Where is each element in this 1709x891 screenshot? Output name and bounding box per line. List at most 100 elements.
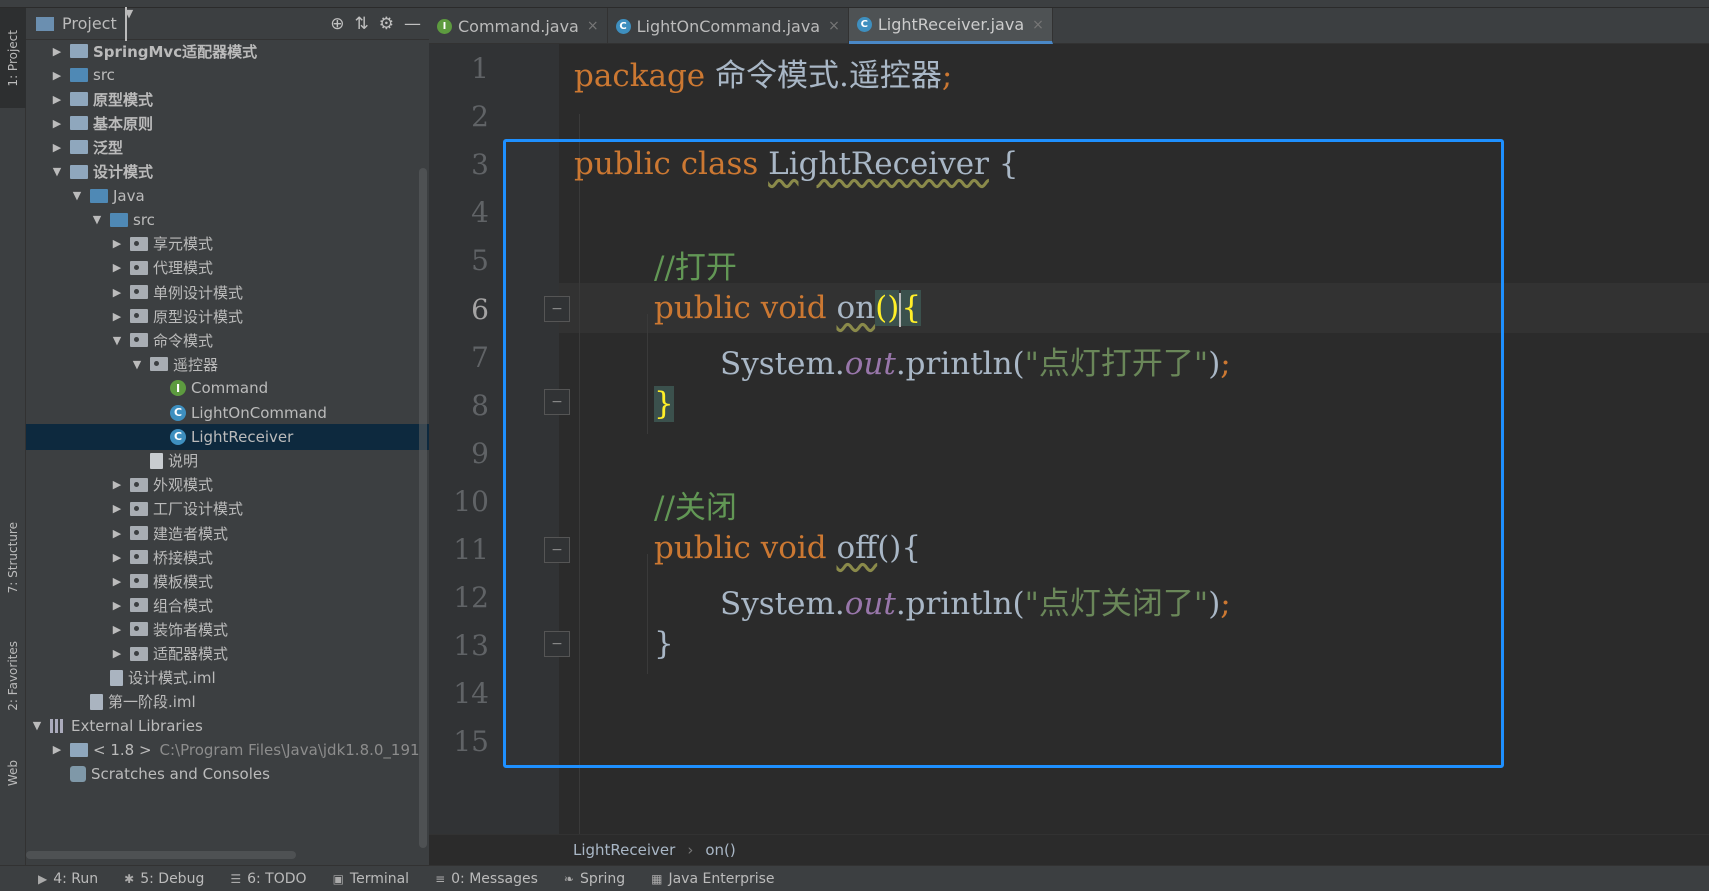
tree-item[interactable]: ▶ SpringMvc适配器模式 bbox=[26, 44, 429, 64]
structure-tool-tab[interactable]: 7: Structure bbox=[0, 508, 26, 608]
tool-window-button[interactable]: ▦ Java Enterprise bbox=[651, 871, 774, 887]
tree-horizontal-scrollbar[interactable] bbox=[26, 851, 296, 859]
tree-item[interactable]: ▶ 模板模式 bbox=[26, 568, 429, 594]
folder-module-icon bbox=[70, 140, 88, 155]
terminal-icon: ▣ bbox=[332, 871, 344, 886]
tree-item[interactable]: ▶ 建造者模式 bbox=[26, 520, 429, 546]
hide-icon[interactable]: — bbox=[404, 14, 421, 34]
expanded-arrow-icon[interactable]: ▼ bbox=[70, 189, 84, 202]
tree-item[interactable]: ▶ 适配器模式 bbox=[26, 641, 429, 667]
collapsed-arrow-icon[interactable]: ▶ bbox=[50, 743, 64, 756]
line-number: 2 bbox=[471, 100, 489, 134]
collapsed-arrow-icon[interactable]: ▶ bbox=[110, 575, 124, 588]
tree-item[interactable]: ▶ 原型设计模式 bbox=[26, 303, 429, 329]
editor-tab[interactable]: C LightReceiver.java × bbox=[848, 8, 1053, 44]
collapsed-arrow-icon[interactable]: ▶ bbox=[110, 623, 124, 636]
expanded-arrow-icon[interactable]: ▼ bbox=[50, 165, 64, 178]
tool-window-button[interactable]: ☰ 6: TODO bbox=[230, 871, 306, 887]
project-view-selector[interactable]: Project bbox=[62, 14, 117, 33]
tree-item[interactable]: ▶ 外观模式 bbox=[26, 472, 429, 498]
tree-item[interactable]: ▼ Java bbox=[26, 183, 429, 209]
gear-icon[interactable]: ⚙ bbox=[379, 14, 394, 34]
breadcrumb-class[interactable]: LightReceiver bbox=[573, 841, 675, 859]
editor-breadcrumb: LightReceiver › on() bbox=[429, 834, 1709, 865]
code-line-13: } bbox=[654, 626, 674, 662]
collapsed-arrow-icon[interactable]: ▶ bbox=[50, 141, 64, 154]
close-icon[interactable]: × bbox=[587, 18, 599, 34]
collapsed-arrow-icon[interactable]: ▶ bbox=[110, 551, 124, 564]
expanded-arrow-icon[interactable]: ▼ bbox=[90, 213, 104, 226]
tree-item[interactable]: ▼ 遥控器 bbox=[26, 351, 429, 377]
tree-item-label: 工厂设计模式 bbox=[153, 500, 244, 519]
collapsed-arrow-icon[interactable]: ▶ bbox=[50, 93, 64, 106]
code-line-12: System.out.println("点灯关闭了"); bbox=[720, 578, 1231, 623]
tree-item[interactable]: ▶ 桥接模式 bbox=[26, 544, 429, 570]
tree-item[interactable]: 第一阶段.iml bbox=[26, 689, 429, 715]
web-tool-tab[interactable]: Web bbox=[0, 743, 26, 803]
tree-item[interactable]: ▶ 原型模式 bbox=[26, 86, 429, 112]
collapsed-arrow-icon[interactable]: ▶ bbox=[110, 599, 124, 612]
collapse-all-icon[interactable]: ⇅ bbox=[355, 14, 369, 34]
tree-item[interactable]: ▶ 代理模式 bbox=[26, 255, 429, 281]
tree-item[interactable]: ▶ 单例设计模式 bbox=[26, 279, 429, 305]
tree-vertical-scrollbar[interactable] bbox=[419, 168, 427, 848]
breadcrumb-method[interactable]: on() bbox=[705, 841, 735, 859]
fold-collapse-icon[interactable]: − bbox=[544, 537, 570, 563]
tree-item[interactable]: ▶ 组合模式 bbox=[26, 592, 429, 618]
tree-item[interactable]: ▶ 工厂设计模式 bbox=[26, 496, 429, 522]
tree-item[interactable]: ▼ 设计模式 bbox=[26, 159, 429, 185]
tree-item[interactable]: I Command bbox=[26, 375, 429, 401]
tree-item[interactable]: 设计模式.iml bbox=[26, 665, 429, 691]
tree-item[interactable]: C LightReceiver bbox=[26, 423, 429, 450]
tab-label: LightReceiver.java bbox=[877, 15, 1025, 34]
tool-window-label: Java Enterprise bbox=[668, 870, 775, 887]
project-tool-tab[interactable]: 1: Project bbox=[0, 8, 26, 108]
tool-window-button[interactable]: ≡ 0: Messages bbox=[435, 871, 538, 887]
collapsed-arrow-icon[interactable]: ▶ bbox=[50, 117, 64, 130]
chevron-down-icon[interactable]: ▼ bbox=[124, 6, 133, 41]
collapsed-arrow-icon[interactable]: ▶ bbox=[110, 647, 124, 660]
collapsed-arrow-icon[interactable]: ▶ bbox=[110, 310, 124, 323]
collapsed-arrow-icon[interactable]: ▶ bbox=[50, 45, 64, 58]
collapsed-arrow-icon[interactable]: ▶ bbox=[110, 527, 124, 540]
code-editor[interactable]: 1 2 3 4 5 6 7 8 9 10 11 12 13 14 15 − − − − package 命令… bbox=[429, 44, 1709, 834]
close-icon[interactable]: × bbox=[1032, 17, 1044, 33]
tree-item[interactable]: ▼ 命令模式 bbox=[26, 327, 429, 353]
expanded-arrow-icon[interactable]: ▼ bbox=[130, 358, 144, 371]
tree-item-label: 组合模式 bbox=[153, 596, 214, 615]
fold-collapse-icon[interactable]: − bbox=[544, 296, 570, 322]
fold-end-icon[interactable]: − bbox=[544, 631, 570, 657]
tree-item[interactable]: ▼ External Libraries bbox=[26, 713, 429, 739]
collapsed-arrow-icon[interactable]: ▶ bbox=[110, 286, 124, 299]
favorites-tool-tab[interactable]: 2: Favorites bbox=[0, 623, 26, 728]
tree-item[interactable]: ▶ 泛型 bbox=[26, 134, 429, 160]
tool-window-button[interactable]: ✱ 5: Debug bbox=[124, 871, 204, 887]
collapsed-arrow-icon[interactable]: ▶ bbox=[110, 261, 124, 274]
editor-tab[interactable]: I Command.java × bbox=[429, 8, 608, 44]
collapsed-arrow-icon[interactable]: ▶ bbox=[110, 478, 124, 491]
tree-item[interactable]: Scratches and Consoles bbox=[26, 761, 429, 787]
tool-window-button[interactable]: ❧ Spring bbox=[564, 871, 625, 887]
tree-item[interactable]: ▼ src bbox=[26, 207, 429, 233]
close-icon[interactable]: × bbox=[828, 18, 840, 34]
locate-icon[interactable]: ⊕ bbox=[330, 14, 344, 34]
package-icon bbox=[150, 357, 168, 372]
tree-item-label: < 1.8 > bbox=[93, 740, 152, 759]
tree-item[interactable]: ▶ < 1.8 > C:\Program Files\Java\jdk1.8.0_1… bbox=[26, 737, 429, 763]
collapsed-arrow-icon[interactable]: ▶ bbox=[110, 502, 124, 515]
tree-item[interactable]: ▶ 基本原则 bbox=[26, 110, 429, 136]
editor-tab[interactable]: C LightOnCommand.java × bbox=[608, 8, 849, 44]
tool-window-button[interactable]: ▣ Terminal bbox=[333, 871, 410, 887]
tree-item[interactable]: ▶ 装饰者模式 bbox=[26, 616, 429, 642]
params-brace: (){ bbox=[877, 530, 922, 566]
tree-item[interactable]: ▶ 享元模式 bbox=[26, 231, 429, 257]
expanded-arrow-icon[interactable]: ▼ bbox=[30, 719, 44, 732]
tool-window-button[interactable]: ▶ 4: Run bbox=[38, 871, 98, 887]
collapsed-arrow-icon[interactable]: ▶ bbox=[110, 237, 124, 250]
tree-item[interactable]: ▶ src bbox=[26, 62, 429, 88]
collapsed-arrow-icon[interactable]: ▶ bbox=[50, 69, 64, 82]
tree-item[interactable]: 说明 bbox=[26, 448, 429, 474]
fold-end-icon[interactable]: − bbox=[544, 389, 570, 415]
tree-item[interactable]: C LightOnCommand bbox=[26, 400, 429, 426]
expanded-arrow-icon[interactable]: ▼ bbox=[110, 334, 124, 347]
